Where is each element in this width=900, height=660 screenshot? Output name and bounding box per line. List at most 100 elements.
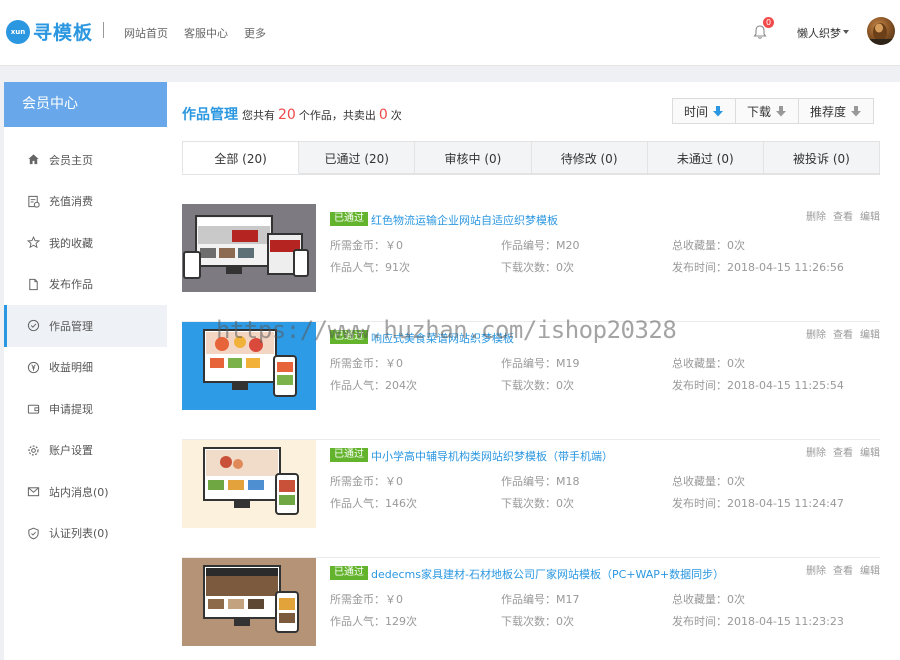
delete-link[interactable]: 删除 (806, 208, 826, 223)
recharge-icon (26, 194, 40, 208)
chevron-down-icon[interactable] (843, 30, 849, 34)
favorites-value: 0次 (727, 593, 745, 606)
sidebar-item-publish[interactable]: 发布作品 (4, 264, 167, 306)
published-value: 2018-04-15 11:25:54 (727, 379, 844, 392)
favorites-value: 0次 (727, 239, 745, 252)
popularity-label: 作品人气： (330, 379, 385, 392)
favorites-label: 总收藏量： (672, 357, 727, 370)
nav-link-support[interactable]: 客服中心 (184, 25, 228, 41)
downloads-field: 下载次数：0次 (501, 613, 574, 629)
sidebar-item-earnings[interactable]: 收益明细 (4, 347, 167, 389)
published-value: 2018-04-15 11:26:56 (727, 261, 844, 274)
tab-to-revise[interactable]: 待修改 (0) (531, 141, 648, 174)
favorites-field: 总收藏量：0次 (672, 237, 745, 253)
summary-suffix: 次 (390, 109, 402, 122)
view-link[interactable]: 查看 (833, 208, 853, 223)
sidebar-item-recharge[interactable]: 充值消费 (4, 181, 167, 223)
downloads-field: 下载次数：0次 (501, 377, 574, 393)
code-value: M19 (556, 357, 580, 370)
file-icon (26, 277, 40, 291)
sidebar-item-label: 认证列表(0) (49, 527, 109, 541)
popularity-value: 91次 (385, 261, 410, 274)
sort-by-recommend-button[interactable]: 推荐度 (799, 99, 874, 123)
sidebar-item-favorites[interactable]: 我的收藏 (4, 222, 167, 264)
delete-link[interactable]: 删除 (806, 326, 826, 341)
logo-text: 寻模板 (33, 22, 94, 44)
page-title: 作品管理 (182, 107, 238, 123)
arrow-down-icon (713, 106, 724, 117)
avatar[interactable] (867, 17, 895, 45)
sidebar-item-messages[interactable]: 站内消息(0) (4, 471, 167, 513)
sort-label: 时间 (684, 104, 709, 119)
username-menu[interactable]: 懒人织梦 (797, 25, 841, 41)
popularity-label: 作品人气： (330, 497, 385, 510)
edit-link[interactable]: 编辑 (860, 444, 880, 459)
status-badge: 已通过 (330, 448, 368, 462)
nav-link-home[interactable]: 网站首页 (124, 25, 168, 41)
star-icon (26, 236, 40, 250)
published-label: 发布时间： (672, 261, 727, 274)
sort-by-time-button[interactable]: 时间 (673, 99, 737, 123)
top-nav: 网站首页 客服中心 更多 (124, 25, 266, 41)
tab-reviewing[interactable]: 审核中 (0) (415, 141, 532, 174)
sidebar-item-settings[interactable]: 账户设置 (4, 430, 167, 472)
tab-complained[interactable]: 被投诉 (0) (763, 141, 881, 174)
price-label: 所需金币： (330, 475, 385, 488)
work-thumbnail[interactable] (182, 558, 316, 646)
edit-link[interactable]: 编辑 (860, 208, 880, 223)
work-thumbnail[interactable] (182, 440, 316, 528)
popularity-field: 作品人气：91次 (330, 259, 410, 275)
work-thumbnail[interactable] (182, 204, 316, 292)
sidebar-item-label: 申请提现 (49, 402, 93, 416)
view-link[interactable]: 查看 (833, 562, 853, 577)
work-title-link[interactable]: 红色物流运输企业网站自适应织梦模板 (371, 212, 558, 228)
sort-label: 下载 (747, 104, 772, 119)
downloads-label: 下载次数： (501, 379, 556, 392)
code-value: M18 (556, 475, 580, 488)
check-circle-icon (26, 319, 40, 333)
sidebar-item-works[interactable]: 作品管理 (4, 305, 167, 347)
work-title-link[interactable]: 中小学高中辅导机构类网站织梦模板（带手机端） (371, 448, 613, 464)
arrow-down-icon (776, 106, 787, 117)
view-link[interactable]: 查看 (833, 326, 853, 341)
home-icon (26, 153, 40, 167)
sidebar-item-withdraw[interactable]: 申请提现 (4, 388, 167, 430)
sidebar-item-label: 站内消息(0) (49, 485, 109, 499)
work-title-link[interactable]: dedecms家具建材-石材地板公司厂家网站模板（PC+WAP+数据同步） (371, 566, 724, 582)
sidebar-item-home[interactable]: 会员主页 (4, 139, 167, 181)
site-logo[interactable]: xun 寻模板 (6, 18, 93, 45)
price-value: ￥0 (385, 239, 403, 252)
sort-by-downloads-button[interactable]: 下载 (736, 99, 800, 123)
tab-rejected[interactable]: 未通过 (0) (647, 141, 764, 174)
edit-link[interactable]: 编辑 (860, 562, 880, 577)
edit-link[interactable]: 编辑 (860, 326, 880, 341)
wallet-icon (26, 402, 40, 416)
popularity-field: 作品人气：146次 (330, 495, 417, 511)
published-label: 发布时间： (672, 497, 727, 510)
logo-badge: xun (6, 19, 30, 44)
row-actions: 删除 查看 编辑 (806, 562, 880, 577)
tab-approved[interactable]: 已通过 (20) (299, 141, 416, 174)
work-title-link[interactable]: 响应式美食菜谱网站织梦模板 (371, 330, 514, 346)
tab-all[interactable]: 全部 (20) (182, 141, 300, 174)
sidebar-item-label: 会员主页 (49, 153, 93, 167)
code-field: 作品编号：M19 (501, 355, 580, 371)
delete-link[interactable]: 删除 (806, 444, 826, 459)
sidebar-item-label: 收益明细 (49, 361, 93, 375)
sidebar-menu: 会员主页 充值消费 我的收藏 发布作品 作品管理 收益明细 申请提现 账户设置 (4, 127, 167, 554)
top-header: xun 寻模板 网站首页 客服中心 更多 0 懒人织梦 (0, 0, 900, 66)
favorites-field: 总收藏量：0次 (672, 473, 745, 489)
mail-icon (26, 485, 40, 499)
work-thumbnail[interactable] (182, 322, 316, 410)
sidebar-title: 会员中心 (4, 82, 167, 127)
view-link[interactable]: 查看 (833, 444, 853, 459)
popularity-value: 146次 (385, 497, 417, 510)
popularity-value: 204次 (385, 379, 417, 392)
code-field: 作品编号：M20 (501, 237, 580, 253)
downloads-label: 下载次数： (501, 261, 556, 274)
nav-link-more[interactable]: 更多 (244, 25, 266, 41)
delete-link[interactable]: 删除 (806, 562, 826, 577)
sidebar-item-certification[interactable]: 认证列表(0) (4, 513, 167, 555)
downloads-value: 0次 (556, 379, 574, 392)
status-badge: 已通过 (330, 330, 368, 344)
